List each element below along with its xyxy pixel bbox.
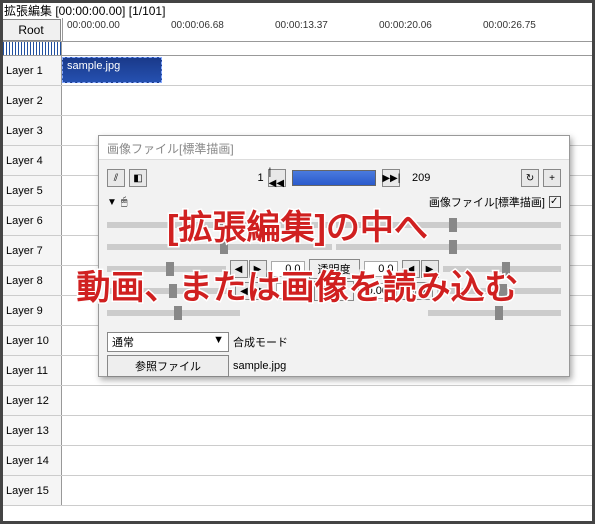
- ref-file-value: sample.jpg: [233, 360, 286, 372]
- waveform-track: [62, 42, 595, 55]
- layer-label[interactable]: Layer 5: [0, 176, 62, 205]
- layer-label[interactable]: Layer 1: [0, 56, 62, 85]
- dec-right-icon[interactable]: ◀: [402, 260, 420, 278]
- ruler-tick: 00:00:06.68: [171, 20, 224, 31]
- layer-track[interactable]: [62, 86, 595, 115]
- layer-track[interactable]: sample.jpg: [62, 56, 595, 85]
- layer-label[interactable]: Layer 6: [0, 206, 62, 235]
- frame-start: 1: [238, 172, 264, 184]
- layer-track[interactable]: [62, 476, 595, 505]
- layer-label[interactable]: Layer 12: [0, 386, 62, 415]
- param-value-right[interactable]: 0.0: [364, 261, 398, 277]
- layer-row: Layer 12: [0, 386, 595, 416]
- dec-right-icon[interactable]: ◀: [396, 282, 414, 300]
- dec-left-icon[interactable]: ◀: [230, 260, 248, 278]
- param-value-left[interactable]: 0.0: [271, 261, 305, 277]
- layer-row: Layer 15: [0, 476, 595, 506]
- layer-label[interactable]: Layer 13: [0, 416, 62, 445]
- seek-first-icon[interactable]: |◀◀: [268, 169, 286, 187]
- param-slider-left[interactable]: [107, 288, 231, 294]
- layer-track[interactable]: [62, 386, 595, 415]
- inc-left-icon[interactable]: ▶: [254, 282, 272, 300]
- layer-row: Layer 2: [0, 86, 595, 116]
- seek-last-icon[interactable]: ▶▶|: [382, 169, 400, 187]
- ruler-tick: 00:00:20.06: [379, 20, 432, 31]
- inc-left-icon[interactable]: ▶: [249, 260, 267, 278]
- enable-checkbox[interactable]: [549, 196, 561, 208]
- mouse-icon: 🖱: [121, 196, 128, 209]
- plus-icon[interactable]: +: [543, 169, 561, 187]
- param-value-left[interactable]: 0.00: [276, 283, 310, 299]
- expand-toggle-icon[interactable]: ▼: [107, 197, 117, 208]
- frame-progress[interactable]: [292, 170, 377, 186]
- layer-row: Layer 1sample.jpg: [0, 56, 595, 86]
- root-row: Root 00:00:00.0000:00:06.6800:00:13.3700…: [0, 18, 595, 42]
- frame-end: 209: [404, 172, 430, 184]
- layer-label[interactable]: Layer 4: [0, 146, 62, 175]
- ruler-tick: 00:00:26.75: [483, 20, 536, 31]
- slider-y[interactable]: [336, 222, 561, 228]
- inc-right-icon[interactable]: ▶: [415, 282, 433, 300]
- loop-icon[interactable]: ↻: [521, 169, 539, 187]
- dialog-title: 画像ファイル[標準描画]: [99, 136, 569, 160]
- slider-extra-l[interactable]: [107, 310, 240, 316]
- param-slider-right[interactable]: [437, 288, 561, 294]
- timeline-ruler[interactable]: 00:00:00.00 00:00:06.68 00:00:13.37 00:00:2…: [62, 18, 595, 41]
- layer-row: Layer 14: [0, 446, 595, 476]
- waveform-preview: [0, 42, 62, 55]
- param-label-button[interactable]: 透明度: [309, 259, 360, 279]
- slider-x[interactable]: [107, 222, 332, 228]
- layer-label[interactable]: Layer 14: [0, 446, 62, 475]
- layer-label[interactable]: Layer 8: [0, 266, 62, 295]
- slider-extra-r[interactable]: [428, 310, 561, 316]
- layer-row: Layer 13: [0, 416, 595, 446]
- layer-label[interactable]: Layer 2: [0, 86, 62, 115]
- slider-scale[interactable]: [336, 244, 561, 250]
- ruler-tick: 00:00:13.37: [275, 20, 328, 31]
- dec-left-icon[interactable]: ◀: [235, 282, 253, 300]
- layer-label[interactable]: Layer 10: [0, 326, 62, 355]
- layer-label[interactable]: Layer 15: [0, 476, 62, 505]
- window-title: 拡張編集 [00:00:00.00] [1/101]: [0, 0, 595, 18]
- inc-right-icon[interactable]: ▶: [421, 260, 439, 278]
- param-label-button[interactable]: 回転: [314, 281, 354, 301]
- layer-label[interactable]: Layer 3: [0, 116, 62, 145]
- layer-track[interactable]: [62, 416, 595, 445]
- param-slider-left[interactable]: [107, 266, 226, 272]
- root-button[interactable]: Root: [1, 19, 61, 41]
- slider-z[interactable]: [107, 244, 332, 250]
- layer-label[interactable]: Layer 11: [0, 356, 62, 385]
- layer-label[interactable]: Layer 7: [0, 236, 62, 265]
- blend-mode-label: 合成モード: [233, 334, 288, 350]
- tool-icon-2[interactable]: ◧: [129, 169, 147, 187]
- param-slider-right[interactable]: [443, 266, 562, 272]
- waveform-row: [0, 42, 595, 56]
- ref-file-button[interactable]: 参照ファイル: [107, 355, 229, 377]
- object-properties-dialog[interactable]: 画像ファイル[標準描画] ⫽ ◧ 1 |◀◀ ▶▶| 209 ↻ + ▼ 🖱 画…: [98, 135, 570, 377]
- tool-icon-1[interactable]: ⫽: [107, 169, 125, 187]
- layer-label[interactable]: Layer 9: [0, 296, 62, 325]
- param-value-right[interactable]: 0.00: [358, 283, 392, 299]
- blend-mode-select[interactable]: 通常▼: [107, 332, 229, 352]
- header-right-label: 画像ファイル[標準描画]: [429, 194, 545, 210]
- layer-track[interactable]: [62, 446, 595, 475]
- ruler-tick: 00:00:00.00: [67, 20, 120, 31]
- timeline-clip[interactable]: sample.jpg: [62, 57, 162, 83]
